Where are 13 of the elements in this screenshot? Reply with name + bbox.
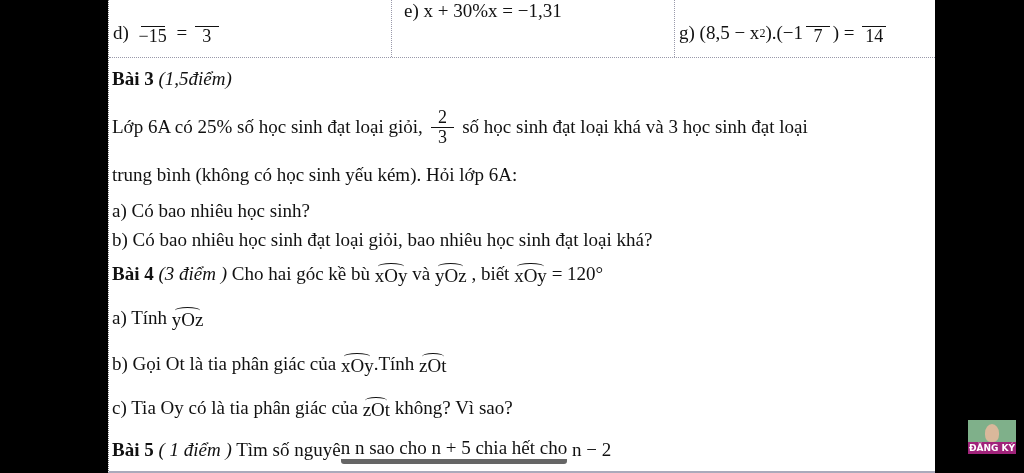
exercise-text: Bài 5 ( 1 điểm ) Tìm số nguyên n sao cho n + 5 chia hết cho n − 2: [112, 436, 612, 464]
exercise-text: b) Có bao nhiêu học sinh đạt loại giỏi, bao nhiêu học sinh đạt loại khá?: [112, 229, 653, 251]
exercise-text: a) Tính yOz: [112, 305, 204, 331]
subscribe-badge[interactable]: ĐĂNG KÝ: [968, 420, 1016, 454]
exercise-text: b) Gọi Ot là tia phân giác của xOy.Tính zOt: [112, 351, 447, 377]
exercise-text: a) Có bao nhiêu học sinh?: [112, 200, 310, 222]
exercise-text: Bài 3 (1,5điểm): [112, 68, 232, 90]
exercise-text: Bài 4 (3 điểm ) Cho hai góc kề bù xOy và yOz , biết xOy = 120°: [112, 261, 604, 287]
exercise-text: trung bình (không có học sinh yếu kém). Hỏi lớp 6A:: [112, 164, 518, 186]
math-equation: e) x + 30%x = −1,31: [404, 0, 562, 22]
avatar-placeholder: [968, 420, 1016, 442]
exercise-text: c) Tia Oy có là tia phân giác của zOt không? Vì sao?: [112, 394, 513, 421]
math-equation: d) −15 = 3: [113, 21, 222, 46]
